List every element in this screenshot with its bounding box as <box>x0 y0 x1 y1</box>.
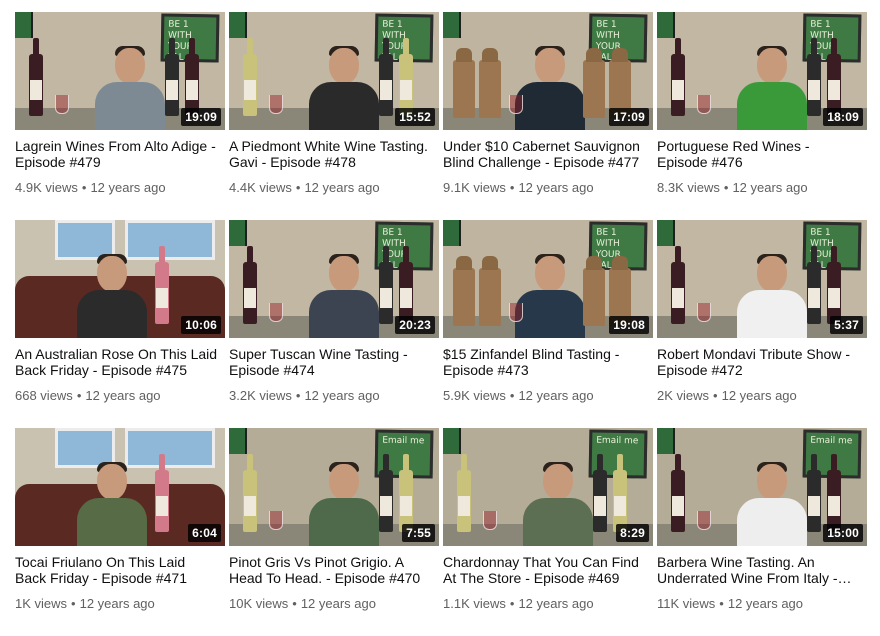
video-title[interactable]: Pinot Gris Vs Pinot Grigio. A Head To He… <box>229 554 434 586</box>
video-card[interactable]: BE 1WITH YOURPAL20:23 Super Tuscan Wine T… <box>229 220 439 428</box>
video-card[interactable]: BE 1WITH YOURPAL5:37 Robert Mondavi Tribu… <box>657 220 867 428</box>
upload-age: 12 years ago <box>721 388 797 403</box>
metadata-separator: • <box>509 180 515 195</box>
video-metadata: 1.1K views • 12 years ago <box>443 596 653 612</box>
video-metadata: 11K views • 12 years ago <box>657 596 867 612</box>
video-duration-badge: 19:09 <box>181 108 221 126</box>
video-title[interactable]: Lagrein Wines From Alto Adige - Episode … <box>15 138 220 170</box>
video-title[interactable]: Portuguese Red Wines - Episode #476 <box>657 138 862 170</box>
video-card[interactable]: BE 1WITH YOURPAL15:52 A Piedmont White Wi… <box>229 12 439 220</box>
video-duration-badge: 6:04 <box>188 524 221 542</box>
upload-age: 12 years ago <box>518 596 594 611</box>
video-thumbnail[interactable]: BE 1 WITH YOUR PAL 17:09 <box>443 12 653 130</box>
video-duration-badge: 8:29 <box>616 524 649 542</box>
video-thumbnail[interactable]: BE 1WITH YOURPAL19:09 <box>15 12 225 130</box>
metadata-separator: • <box>719 596 724 611</box>
video-title[interactable]: A Piedmont White Wine Tasting. Gavi - Ep… <box>229 138 434 170</box>
upload-age: 12 years ago <box>518 180 594 195</box>
video-grid: BE 1WITH YOURPAL19:09 Lagrein Wines From … <box>15 12 867 636</box>
video-duration-badge: 7:55 <box>402 524 435 542</box>
metadata-separator: • <box>723 180 729 195</box>
upload-age: 12 years ago <box>518 388 594 403</box>
video-thumbnail[interactable]: Email me 8:29 <box>443 428 653 546</box>
video-metadata: 2K views • 12 years ago <box>657 388 867 404</box>
video-card[interactable]: 10:06 An Australian Rose On This Laid Bac… <box>15 220 225 428</box>
upload-age: 12 years ago <box>727 596 804 611</box>
metadata-separator: • <box>713 388 718 403</box>
video-thumbnail[interactable]: Email me 7:55 <box>229 428 439 546</box>
video-card[interactable]: 6:04 Tocai Friulano On This Laid Back Fri… <box>15 428 225 636</box>
metadata-separator: • <box>509 388 515 403</box>
view-count: 8.3K views <box>657 180 720 195</box>
video-duration-badge: 20:23 <box>395 316 435 334</box>
metadata-separator: • <box>295 388 301 403</box>
video-metadata: 3.2K views • 12 years ago <box>229 388 439 404</box>
video-duration-badge: 18:09 <box>823 108 863 126</box>
video-thumbnail[interactable]: 10:06 <box>15 220 225 338</box>
metadata-separator: • <box>292 596 297 611</box>
metadata-separator: • <box>509 596 515 611</box>
upload-age: 12 years ago <box>90 180 166 195</box>
video-duration-badge: 15:00 <box>823 524 863 542</box>
video-metadata: 1K views • 12 years ago <box>15 596 225 612</box>
video-thumbnail[interactable]: BE 1 WITH YOUR PAL 19:08 <box>443 220 653 338</box>
video-title[interactable]: Under $10 Cabernet Sauvignon Blind Chall… <box>443 138 648 170</box>
view-count: 1K views <box>15 596 68 611</box>
video-title[interactable]: Barbera Wine Tasting. An Underrated Wine… <box>657 554 862 586</box>
view-count: 1.1K views <box>443 596 506 611</box>
upload-age: 12 years ago <box>300 596 376 611</box>
video-duration-badge: 15:52 <box>395 108 435 126</box>
video-metadata: 10K views • 12 years ago <box>229 596 439 612</box>
video-title[interactable]: Super Tuscan Wine Tasting - Episode #474 <box>229 346 434 378</box>
video-card[interactable]: Email me 15:00 Barbera Wine Tasting. An Un… <box>657 428 867 636</box>
video-title[interactable]: Robert Mondavi Tribute Show - Episode #4… <box>657 346 862 378</box>
view-count: 9.1K views <box>443 180 506 195</box>
video-duration-badge: 5:37 <box>830 316 863 334</box>
video-duration-badge: 17:09 <box>609 108 649 126</box>
view-count: 5.9K views <box>443 388 506 403</box>
video-card[interactable]: BE 1 WITH YOUR PAL 17:09 Under $10 Cabernet … <box>443 12 653 220</box>
upload-age: 12 years ago <box>304 388 380 403</box>
metadata-separator: • <box>71 596 76 611</box>
video-duration-badge: 10:06 <box>181 316 221 334</box>
video-card[interactable]: BE 1WITH YOURPAL19:09 Lagrein Wines From … <box>15 12 225 220</box>
video-metadata: 4.4K views • 12 years ago <box>229 180 439 196</box>
video-thumbnail[interactable]: BE 1WITH YOURPAL15:52 <box>229 12 439 130</box>
video-card[interactable]: Email me 8:29 Chardonnay That You Can Find… <box>443 428 653 636</box>
view-count: 668 views <box>15 388 73 403</box>
video-metadata: 4.9K views • 12 years ago <box>15 180 225 196</box>
upload-age: 12 years ago <box>732 180 808 195</box>
upload-age: 12 years ago <box>85 388 161 403</box>
video-metadata: 8.3K views • 12 years ago <box>657 180 867 196</box>
video-thumbnail[interactable]: BE 1WITH YOURPAL20:23 <box>229 220 439 338</box>
metadata-separator: • <box>295 180 301 195</box>
view-count: 2K views <box>657 388 710 403</box>
video-card[interactable]: BE 1 WITH YOUR PAL 19:08 $15 Zinfandel Blind… <box>443 220 653 428</box>
upload-age: 12 years ago <box>304 180 380 195</box>
video-card[interactable]: Email me 7:55 Pinot Gris Vs Pinot Grigio. … <box>229 428 439 636</box>
view-count: 4.9K views <box>15 180 78 195</box>
video-title[interactable]: Chardonnay That You Can Find At The Stor… <box>443 554 648 586</box>
video-thumbnail[interactable]: BE 1WITH YOURPAL18:09 <box>657 12 867 130</box>
video-metadata: 5.9K views • 12 years ago <box>443 388 653 404</box>
video-title[interactable]: Tocai Friulano On This Laid Back Friday … <box>15 554 220 586</box>
video-thumbnail[interactable]: Email me 15:00 <box>657 428 867 546</box>
metadata-separator: • <box>76 388 82 403</box>
view-count: 4.4K views <box>229 180 292 195</box>
view-count: 3.2K views <box>229 388 292 403</box>
video-thumbnail[interactable]: 6:04 <box>15 428 225 546</box>
video-title[interactable]: $15 Zinfandel Blind Tasting - Episode #4… <box>443 346 648 378</box>
video-duration-badge: 19:08 <box>609 316 649 334</box>
video-thumbnail[interactable]: BE 1WITH YOURPAL5:37 <box>657 220 867 338</box>
video-metadata: 668 views • 12 years ago <box>15 388 225 404</box>
video-title[interactable]: An Australian Rose On This Laid Back Fri… <box>15 346 220 378</box>
metadata-separator: • <box>81 180 87 195</box>
video-card[interactable]: BE 1WITH YOURPAL18:09 Portuguese Red Wine… <box>657 12 867 220</box>
view-count: 11K views <box>657 596 716 611</box>
video-metadata: 9.1K views • 12 years ago <box>443 180 653 196</box>
view-count: 10K views <box>229 596 289 611</box>
upload-age: 12 years ago <box>79 596 155 611</box>
